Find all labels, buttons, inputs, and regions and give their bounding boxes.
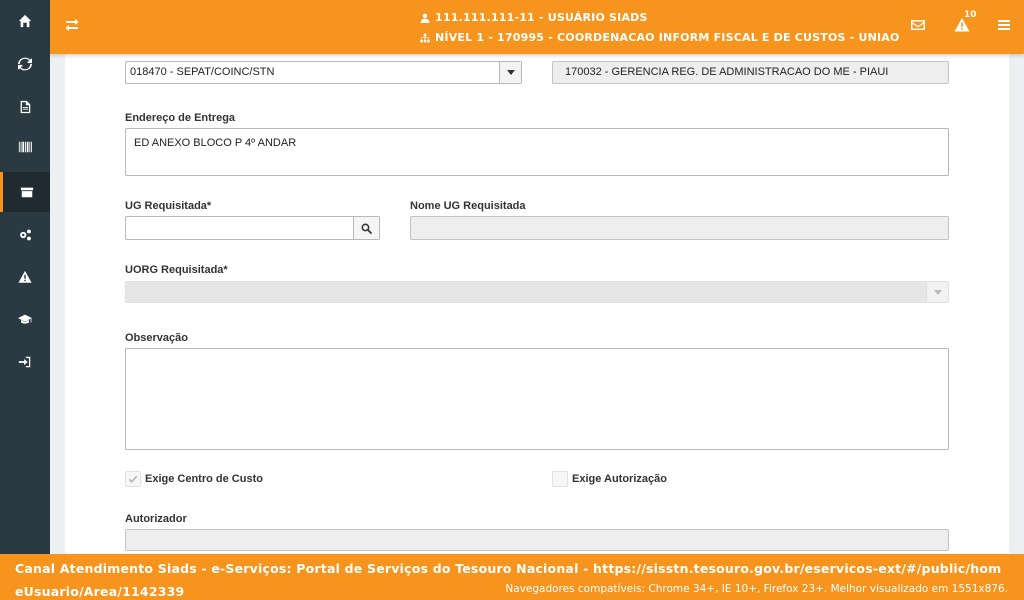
menu-icon xyxy=(998,20,1010,30)
require-cost-center-label: Exige Centro de Custo xyxy=(145,473,263,485)
top-header: 111.111.111-11 - USUÁRIO SIADS NÍVEL 1 -… xyxy=(50,0,1024,54)
observation-textarea[interactable] xyxy=(125,348,949,450)
uorg-requested-select[interactable] xyxy=(125,281,949,303)
gears-icon xyxy=(20,229,31,241)
graduation-cap-icon xyxy=(18,314,32,324)
search-icon xyxy=(361,223,372,234)
uorg-dropdown-button[interactable] xyxy=(926,282,948,302)
form-panel: 018470 - SEPAT/COINC/STN 170032 - GERENC… xyxy=(65,54,1009,554)
delivery-address-value: ED ANEXO BLOCO P 4º ANDAR xyxy=(134,137,297,149)
refresh-icon xyxy=(18,57,32,71)
user-icon xyxy=(420,13,430,23)
ug-requested-name-field xyxy=(410,216,949,240)
ug-requested-name-label: Nome UG Requisitada xyxy=(410,200,526,212)
origin-ug-value: 170032 - GERENCIA REG. DE ADMINISTRACAO … xyxy=(565,66,889,78)
level-info: NÍVEL 1 - 170995 - COORDENACAO INFORM FI… xyxy=(420,31,900,44)
file-icon xyxy=(20,100,31,114)
chevron-down-icon xyxy=(933,289,942,295)
sign-in-icon xyxy=(18,356,31,368)
footer: Canal Atendimento Siads - e-Serviços: Po… xyxy=(0,554,1024,600)
sitemap-icon xyxy=(420,33,430,42)
checkmark-icon xyxy=(128,475,138,483)
envelope-icon xyxy=(911,20,925,30)
sidebar-item-home[interactable] xyxy=(0,1,50,41)
user-line-text: 111.111.111-11 - USUÁRIO SIADS xyxy=(435,11,648,24)
archive-icon xyxy=(20,187,33,198)
exchange-icon xyxy=(65,19,79,31)
level-line-text: NÍVEL 1 - 170995 - COORDENACAO INFORM FI… xyxy=(435,31,900,44)
sidebar-item-barcode[interactable] xyxy=(0,127,50,167)
sidebar-item-inventory[interactable] xyxy=(0,172,50,212)
require-authorization-label: Exige Autorização xyxy=(572,473,667,485)
barcode-icon xyxy=(18,141,32,153)
alerts-count-badge: 10 xyxy=(964,10,977,20)
origin-ug-field: 170032 - GERENCIA REG. DE ADMINISTRACAO … xyxy=(552,61,949,84)
origin-uorg-select[interactable]: 018470 - SEPAT/COINC/STN xyxy=(125,61,522,84)
origin-uorg-select-value: 018470 - SEPAT/COINC/STN xyxy=(130,66,275,78)
user-info: 111.111.111-11 - USUÁRIO SIADS xyxy=(420,11,648,24)
home-icon xyxy=(18,14,32,28)
sidebar-item-alerts[interactable] xyxy=(0,257,50,297)
chevron-down-icon xyxy=(506,70,515,75)
require-authorization-checkbox[interactable] xyxy=(552,471,568,487)
require-cost-center-checkbox[interactable] xyxy=(125,471,141,487)
alerts-button[interactable]: 10 xyxy=(954,10,977,35)
origin-uorg-dropdown-button[interactable] xyxy=(499,62,521,83)
uorg-requested-label: UORG Requisitada* xyxy=(125,264,228,276)
warning-icon xyxy=(18,270,32,283)
sidebar xyxy=(0,0,50,554)
authorizer-field xyxy=(125,529,949,551)
sidebar-item-settings[interactable] xyxy=(0,215,50,255)
ug-search-button[interactable] xyxy=(353,216,380,240)
sidebar-item-logout[interactable] xyxy=(0,342,50,382)
sidebar-item-training[interactable] xyxy=(0,299,50,339)
messages-button[interactable] xyxy=(910,17,928,35)
sidebar-item-document[interactable] xyxy=(0,87,50,127)
observation-label: Observação xyxy=(125,332,188,344)
main-menu-button[interactable] xyxy=(996,17,1014,35)
delivery-address-label: Endereço de Entrega xyxy=(125,112,236,124)
sidebar-toggle-button[interactable] xyxy=(64,17,82,35)
authorizer-label: Autorizador xyxy=(125,513,187,525)
sidebar-item-refresh[interactable] xyxy=(0,44,50,84)
ug-requested-input[interactable] xyxy=(125,216,354,240)
delivery-address-field[interactable]: ED ANEXO BLOCO P 4º ANDAR xyxy=(125,128,949,176)
ug-requested-label: UG Requisitada* xyxy=(125,200,212,212)
footer-browser-compat: Navegadores compatíveis: Chrome 34+, IE … xyxy=(505,583,1008,595)
